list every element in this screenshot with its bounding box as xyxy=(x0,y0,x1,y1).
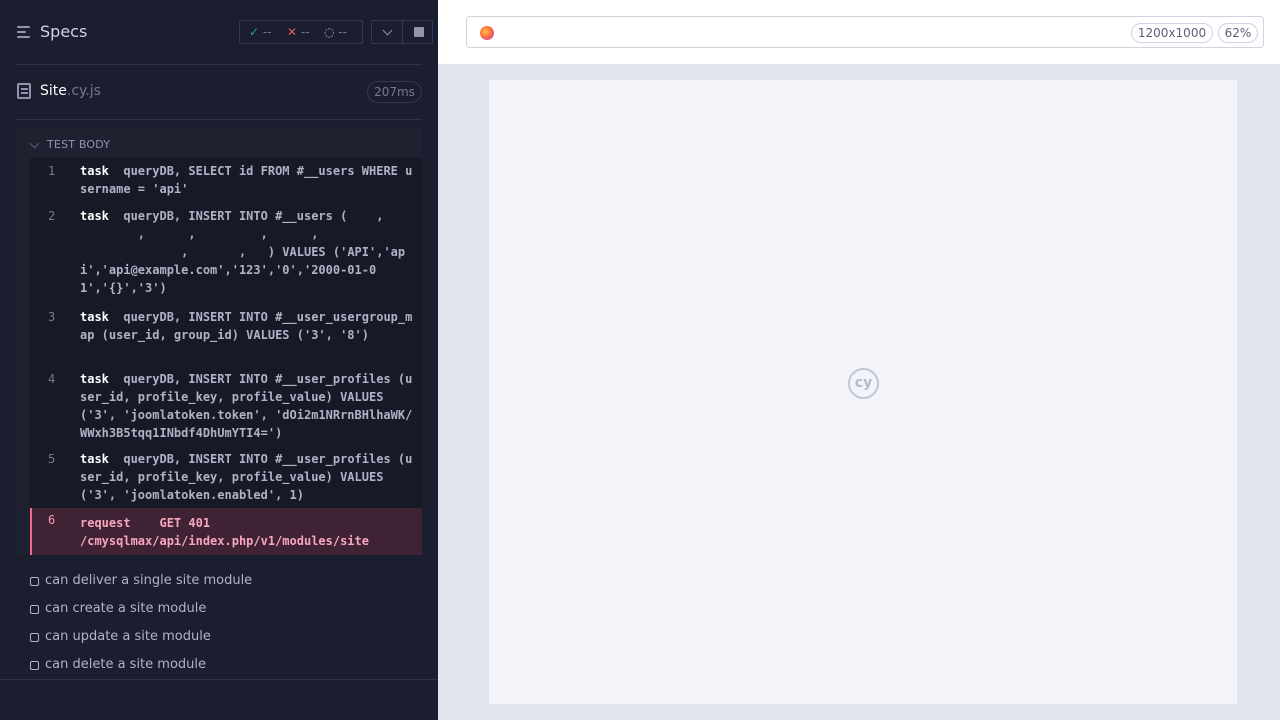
command-number: 6 xyxy=(48,513,56,527)
x-icon: ✕ xyxy=(287,25,298,39)
command-name: task xyxy=(80,164,109,178)
passed-count: -- xyxy=(262,25,272,39)
firefox-icon xyxy=(480,26,494,40)
failed-command-row[interactable]: 6 request GET 401 /cmysqlmax/api/index.p… xyxy=(30,508,422,555)
collapse-button[interactable] xyxy=(372,21,403,43)
test-title: can deliver a single site module xyxy=(45,573,253,588)
check-icon: ✓ xyxy=(249,25,260,39)
command-name: task xyxy=(80,452,109,466)
viewport-size-badge[interactable]: 1200x1000 xyxy=(1131,23,1213,43)
pending-count: -- xyxy=(338,25,347,39)
failed-count: -- xyxy=(300,25,310,39)
resizer-top xyxy=(438,0,450,64)
test-body-label[interactable]: TEST BODY xyxy=(47,138,110,151)
command-number: 3 xyxy=(48,310,56,324)
chevron-down-icon xyxy=(382,25,393,35)
stats-bar: ✓ -- ✕ -- ◌ -- xyxy=(239,20,363,44)
aut-header: 1200x1000 62% xyxy=(450,0,1280,64)
reporter-footer-divider xyxy=(0,679,438,680)
stop-icon xyxy=(413,27,424,37)
cypress-logo-icon: cy xyxy=(848,368,879,399)
command-name: task xyxy=(80,372,109,386)
run-controls xyxy=(371,20,433,44)
specs-title[interactable]: Specs xyxy=(40,22,87,41)
test-title: can update a site module xyxy=(45,629,211,644)
spinner-icon: ◌ xyxy=(324,25,335,39)
passed-stat: ✓ -- xyxy=(249,25,272,39)
reporter-header: Specs ✓ -- ✕ -- ◌ -- xyxy=(0,0,438,64)
spec-filename[interactable]: Site.cy.js xyxy=(40,83,101,99)
test-status-icon xyxy=(30,661,39,670)
command-number: 1 xyxy=(48,164,56,178)
reporter-panel: Specs ✓ -- ✕ -- ◌ -- Site.cy.js 207ms TE… xyxy=(0,0,438,720)
test-status-icon xyxy=(30,605,39,614)
command-name: task xyxy=(80,209,109,223)
spec-duration-badge: 207ms xyxy=(367,81,422,103)
spec-name: Site xyxy=(40,83,67,99)
command-number: 2 xyxy=(48,209,56,223)
spec-extension: .cy.js xyxy=(66,83,101,99)
command-message: queryDB, INSERT INTO #__user_profiles (u… xyxy=(80,372,413,440)
command-name: request xyxy=(80,516,131,530)
command-number: 4 xyxy=(48,372,56,386)
command-message: queryDB, INSERT INTO #__user_profiles (u… xyxy=(80,452,413,502)
aut-viewport[interactable]: cy xyxy=(489,80,1237,704)
pending-stat: ◌ -- xyxy=(324,25,347,39)
url-bar[interactable]: 1200x1000 62% xyxy=(466,16,1264,48)
test-status-icon xyxy=(30,633,39,642)
command-number: 5 xyxy=(48,452,56,466)
file-icon xyxy=(17,83,31,99)
command-message: queryDB, INSERT INTO #__users ( , , , , … xyxy=(80,209,406,295)
header-divider xyxy=(16,64,422,65)
failed-stat: ✕ -- xyxy=(287,25,310,39)
panel-resizer[interactable] xyxy=(438,0,450,720)
test-status-icon xyxy=(30,577,39,586)
spec-divider xyxy=(16,119,422,120)
test-title: can create a site module xyxy=(45,601,207,616)
zoom-badge: 62% xyxy=(1218,23,1258,43)
stop-button[interactable] xyxy=(403,21,434,43)
command-message: queryDB, SELECT id FROM #__users WHERE u… xyxy=(80,164,413,196)
command-message: queryDB, INSERT INTO #__user_usergroup_m… xyxy=(80,310,413,342)
specs-menu-icon[interactable] xyxy=(17,26,32,38)
command-name: task xyxy=(80,310,109,324)
test-title: can delete a site module xyxy=(45,657,207,672)
